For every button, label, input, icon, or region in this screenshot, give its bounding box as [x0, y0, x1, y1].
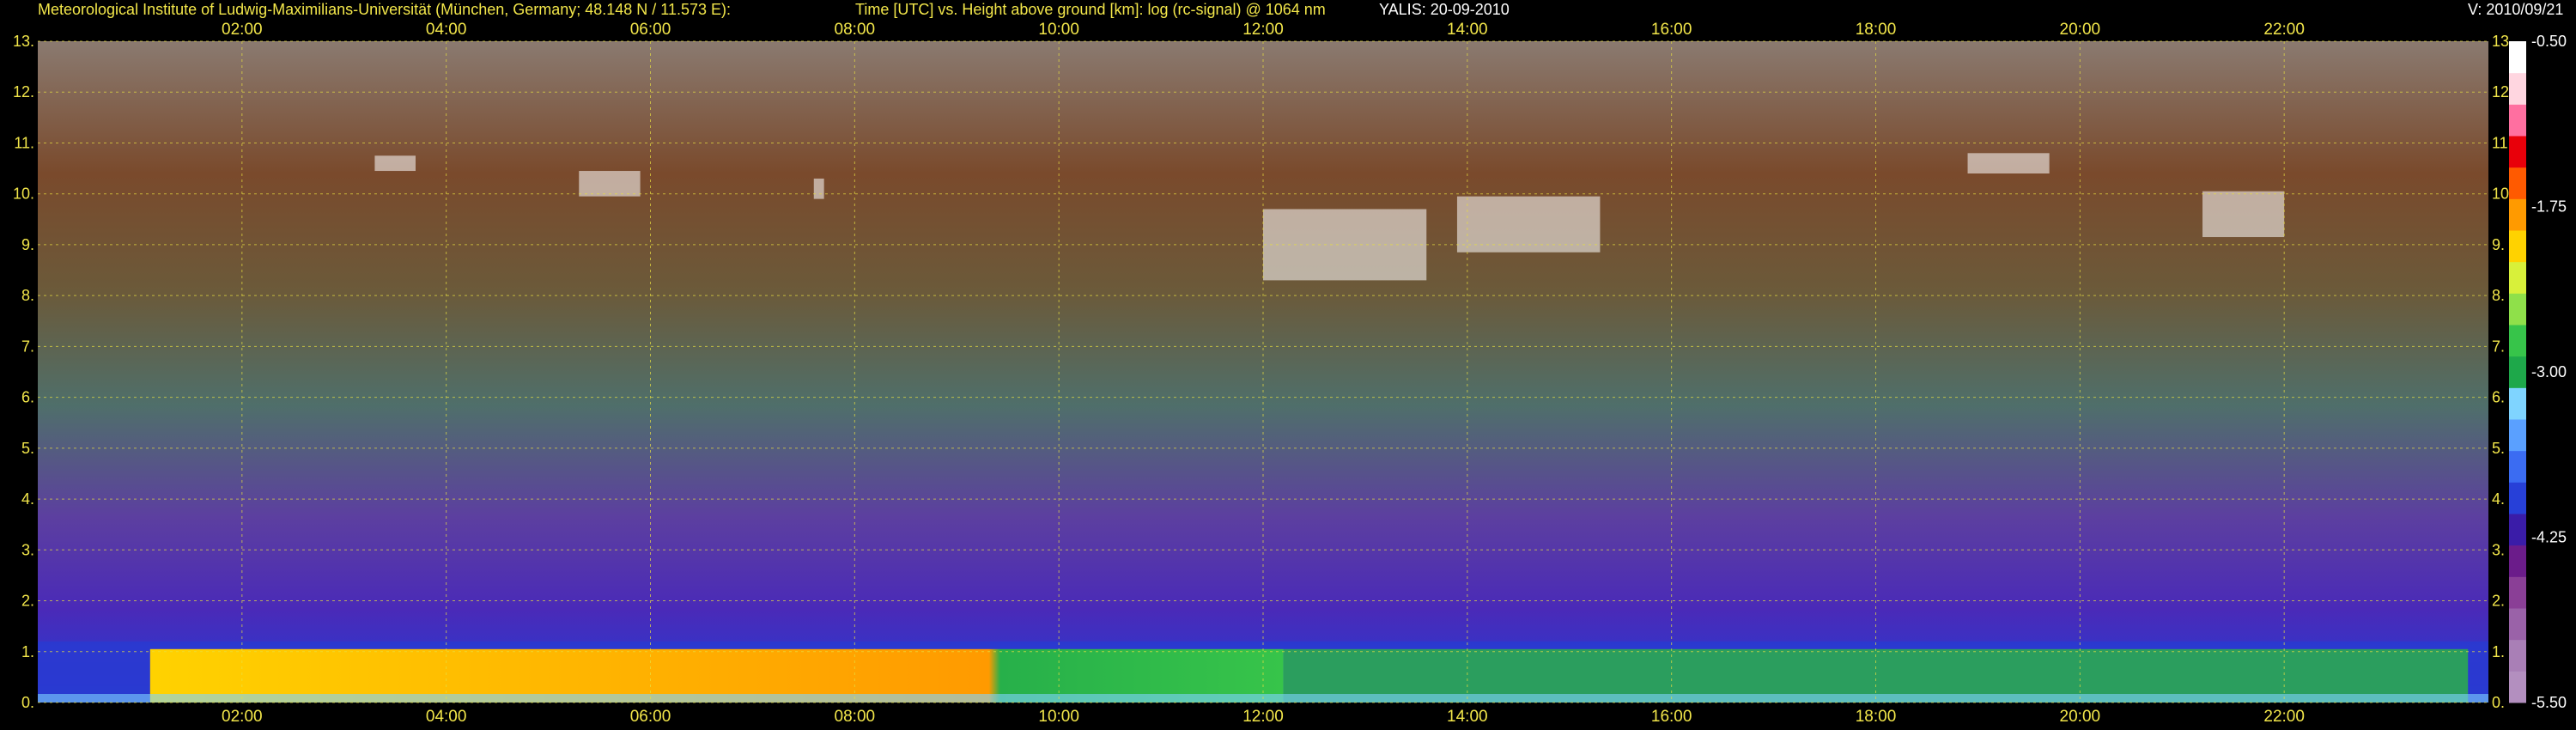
colorbar-segment	[2509, 576, 2526, 609]
colorbar-tick-label: -4.25	[2531, 529, 2567, 546]
colorbar-segment	[2509, 639, 2526, 672]
colorbar-segment	[2509, 198, 2526, 231]
colorbar-segment	[2509, 387, 2526, 420]
colorbar-tick-label: -5.50	[2531, 694, 2567, 711]
colorbar-segment	[2509, 419, 2526, 452]
colorbar-segment	[2509, 136, 2526, 168]
colorbar-segment	[2509, 514, 2526, 546]
colorbar-tick-label: -0.50	[2531, 33, 2567, 50]
colorbar: -0.50 -1.75 -3.00 -4.25 -5.50	[2509, 33, 2567, 711]
colorbar-segment	[2509, 167, 2526, 199]
colorbar-tick-label: -3.00	[2531, 363, 2567, 380]
colorbar-segment	[2509, 261, 2526, 294]
colorbar-segment	[2509, 671, 2526, 703]
colorbar-tick-label: -1.75	[2531, 198, 2567, 216]
colorbar-segment	[2509, 72, 2526, 105]
colorbar-segment	[2509, 104, 2526, 137]
colorbar-segment	[2509, 293, 2526, 325]
colorbar-segment	[2509, 325, 2526, 357]
colorbar-segment	[2509, 41, 2526, 74]
colorbar-segment	[2509, 230, 2526, 263]
colorbar-segment	[2509, 544, 2526, 577]
colorbar-segment	[2509, 608, 2526, 641]
colorbar-segment	[2509, 356, 2526, 388]
colorbar-segment	[2509, 450, 2526, 483]
colorbar-segment	[2509, 482, 2526, 514]
